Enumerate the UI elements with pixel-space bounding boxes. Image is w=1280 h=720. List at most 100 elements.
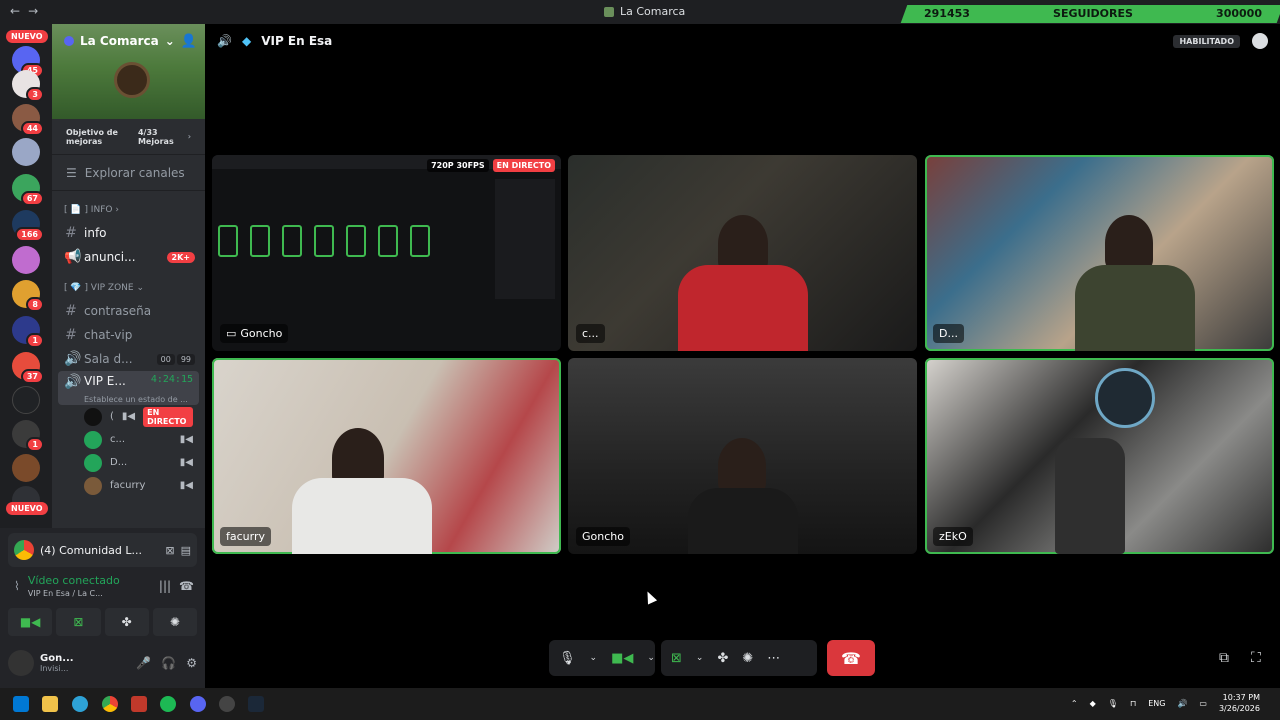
microphone-tray-icon[interactable]: 🎙 [1108,699,1118,708]
hash-icon: # [65,327,77,343]
chevron-up-icon[interactable]: ⌃ [1071,699,1078,708]
server-icon-3[interactable]: 44 [12,104,44,136]
camera-button[interactable]: ■◀ [8,608,53,636]
chat-bubble-icon[interactable] [1252,33,1268,49]
server-name[interactable]: La Comarca ⌄ [64,34,175,48]
edge-icon[interactable] [72,696,88,712]
voice-user-4[interactable]: facurry ▮◀ [52,474,205,497]
obs-icon[interactable] [219,696,235,712]
server-icon-6[interactable]: 166 [12,210,44,242]
voice-user-1[interactable]: (▮◀ EN DIRECTO [52,405,205,428]
unread-badge: 44 [20,121,44,136]
chevron-down-icon[interactable]: ⌄ [590,653,598,663]
meet-icon[interactable]: ⊓ [1130,699,1136,708]
category-vip[interactable]: [ 💎 ] VIP ZONE ⌄ [52,277,205,299]
activity-icon[interactable]: ▤ [181,544,191,557]
forward-arrow-icon[interactable]: → [28,4,46,18]
screen-share-button[interactable]: ⊠ [56,608,101,636]
voice-user-2[interactable]: c... ▮◀ [52,428,205,451]
channel-vip-en-esa[interactable]: 🔊 VIP E... 4:24:15 Establece un estado de … [58,371,199,405]
boost-goal[interactable]: Objetivo de mejoras 4/33 Mejoras › [52,119,205,155]
microphone-icon[interactable]: 🎤 [136,656,151,670]
server-icon-12[interactable]: 1 [12,420,44,452]
soundboard-icon[interactable]: ✺ [742,651,753,666]
server-icon-2[interactable]: 3 [12,70,44,102]
camera-icon[interactable]: ■◀ [611,651,633,666]
steam-icon[interactable] [248,696,264,712]
server-icon-11[interactable] [12,386,40,414]
clock[interactable]: 10:37 PM 3/26/2026 [1219,692,1260,714]
chevron-down-icon[interactable]: ⌄ [696,653,704,663]
gear-icon[interactable]: ⚙ [186,656,197,670]
voice-channel-link[interactable]: VIP En Esa / La C... [28,589,120,598]
screen-share-stop-icon[interactable]: ⊠ [165,544,174,557]
activities-button[interactable]: ✤ [104,608,149,636]
fullscreen-icon[interactable]: ⛶ [1251,650,1261,666]
boost-label: Objetivo de mejoras [66,127,118,146]
discord-icon[interactable] [190,696,206,712]
channel-info[interactable]: # info [52,221,205,245]
unread-badge: 8 [26,297,44,312]
avatar[interactable] [8,650,34,676]
network-tray-icon[interactable]: ◆ [1090,699,1096,708]
video-tile-3[interactable]: D... [925,155,1274,351]
nav-buttons[interactable]: ←→ [10,4,46,18]
unread-badge: 67 [20,191,44,206]
server-icon-7[interactable] [12,246,40,274]
channel-chat-vip[interactable]: # chat-vip [52,323,205,347]
app-icon[interactable] [131,696,147,712]
signal-icon[interactable]: ⌇ [14,579,20,593]
volume-icon[interactable]: 🔊 [1177,699,1187,708]
chevron-down-icon[interactable]: ⌄ [647,653,655,663]
channel-password[interactable]: # contraseña [52,299,205,323]
server-icon-9[interactable]: 1 [12,316,44,348]
battery-icon[interactable]: ▭ [1199,699,1207,708]
category-info[interactable]: [ 📄 ] INFO › [52,199,205,221]
enabled-badge[interactable]: HABILITADO [1173,35,1240,48]
soundboard-icon: ✺ [169,615,180,629]
file-explorer-icon[interactable] [42,696,58,712]
unread-badge: 166 [15,227,44,242]
server-icon-8[interactable]: 8 [12,280,44,312]
server-icon-5[interactable]: 67 [12,174,44,206]
video-tile-6[interactable]: zEkO [925,358,1274,554]
disconnect-icon[interactable]: ☎ [179,579,194,593]
channel-sala[interactable]: 🔊 Sala d... 00 99 [52,347,205,371]
spotify-icon[interactable] [160,696,176,712]
video-tile-screen[interactable]: 720P 30FPS EN DIRECTO ▭ Goncho [212,155,561,351]
back-arrow-icon[interactable]: ← [10,4,28,18]
disconnect-button[interactable]: ☎ [827,640,875,676]
screen-share-icon[interactable]: ⊠ [671,651,682,666]
hash-icon: # [65,303,77,319]
video-tile-2[interactable]: c... [568,155,917,351]
video-tile-4[interactable]: facurry [212,358,561,554]
content-card [410,225,430,257]
server-icon-10[interactable]: 37 [12,352,44,384]
more-icon[interactable]: ⋯ [767,651,780,666]
soundboard-button[interactable]: ✺ [152,608,197,636]
windows-start-icon[interactable] [13,696,29,712]
invite-people-icon[interactable]: 👤 [181,34,197,49]
activities-icon: ✤ [121,615,132,629]
username[interactable]: Gon... [40,653,74,664]
popout-icon[interactable]: ⧉ [1219,650,1229,666]
unread-badge: 1 [26,437,44,452]
tile-name: ▭ Goncho [220,324,289,343]
activities-icon[interactable]: ✤ [717,651,728,666]
voice-user-3[interactable]: D... ▮◀ [52,451,205,474]
microphone-icon[interactable]: 🎙 [559,651,576,666]
noise-suppression-icon[interactable]: ||| [159,579,171,593]
language-indicator[interactable]: ENG [1148,699,1165,708]
explore-channels[interactable]: ☰ Explorar canales [52,155,205,191]
boost-progress: 4/33 Mejoras [138,128,174,146]
headphones-icon[interactable]: 🎧 [161,656,176,670]
video-tile-5[interactable]: Goncho [568,358,917,554]
channel-status[interactable]: Establece un estado de ... [64,395,193,404]
server-icon-13[interactable] [12,454,40,482]
chrome-icon[interactable] [102,696,118,712]
channel-announcements[interactable]: 📢 anunci... 2K+ [52,245,205,269]
server-icon-4[interactable] [12,138,40,166]
server-banner[interactable]: La Comarca ⌄ 👤 [52,24,205,119]
follower-goal-bar: 291453 SEGUIDORES 300000 [900,5,1280,23]
notification-card[interactable]: (4) Comunidad L... ⊠ ▤ [8,533,197,567]
